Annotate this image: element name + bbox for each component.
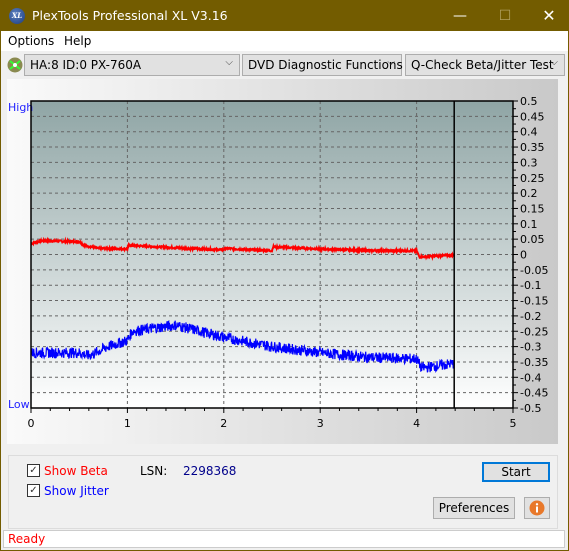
y-tick-label: -0.25 xyxy=(520,325,548,338)
x-tick-label: 1 xyxy=(124,417,131,430)
y-tick-label: -0.35 xyxy=(520,356,548,369)
low-label: Low xyxy=(8,398,30,411)
y-tick-label: 0.2 xyxy=(520,187,538,200)
y-tick-label: 0 xyxy=(520,249,527,262)
show-beta-checkbox[interactable]: ✓ xyxy=(27,464,40,477)
x-tick-label: 5 xyxy=(510,417,517,430)
test-select[interactable]: Q-Check Beta/Jitter Test ⌵ xyxy=(405,54,565,76)
y-tick-label: -0.45 xyxy=(520,387,548,400)
show-jitter-checkbox[interactable]: ✓ xyxy=(27,484,40,497)
chevron-down-icon: ⌵ xyxy=(550,57,558,68)
chart-panel: 0.5 0.45 0.4 0.35 0.3 0.25 0.2 0.15 0.1 0.05 0 -0.0… xyxy=(7,79,558,444)
lsn-label: LSN: xyxy=(140,464,168,478)
chevron-down-icon: ⌵ xyxy=(225,57,233,68)
y-tick-label: -0.5 xyxy=(520,402,541,415)
high-label: High xyxy=(8,101,33,114)
chevron-down-icon: ⌵ xyxy=(387,57,395,68)
y-tick-label: 0.3 xyxy=(520,156,538,169)
y-tick-label: -0.4 xyxy=(520,371,541,384)
disc-drive-icon xyxy=(7,57,23,73)
drive-select[interactable]: HA:8 ID:0 PX-760A ⌵ xyxy=(24,54,240,76)
lsn-value: 2298368 xyxy=(183,464,237,478)
function-select[interactable]: DVD Diagnostic Functions ⌵ xyxy=(242,54,403,76)
minimize-icon[interactable]: — xyxy=(445,5,475,27)
app-logo-icon: XL xyxy=(9,8,25,24)
info-icon xyxy=(529,500,545,516)
y-tick-label: 0.4 xyxy=(520,126,538,139)
y-tick-label: 0.15 xyxy=(520,202,545,215)
menu-options[interactable]: Options xyxy=(8,34,54,48)
y-tick-label: -0.15 xyxy=(520,295,548,308)
x-tick-label: 3 xyxy=(317,417,324,430)
test-value: Q-Check Beta/Jitter Test xyxy=(411,58,554,72)
window-title: PlexTools Professional XL V3.16 xyxy=(32,8,228,23)
y-tick-label: 0.1 xyxy=(520,218,538,231)
menu-bar: Options Help xyxy=(1,31,568,51)
show-beta-label[interactable]: Show Beta xyxy=(44,464,108,478)
info-button[interactable] xyxy=(524,497,550,519)
x-tick-label: 4 xyxy=(413,417,420,430)
y-tick-label: -0.2 xyxy=(520,310,541,323)
y-tick-label: -0.05 xyxy=(520,264,548,277)
start-button[interactable]: Start xyxy=(482,462,550,482)
preferences-button[interactable]: Preferences xyxy=(433,497,515,519)
y-tick-label: 0.45 xyxy=(520,110,545,123)
controls-panel: ✓ Show Beta ✓ Show Jitter LSN: 2298368 S… xyxy=(8,455,558,529)
y-tick-label: -0.3 xyxy=(520,341,541,354)
beta-jitter-chart: 0.5 0.45 0.4 0.35 0.3 0.25 0.2 0.15 0.1 0.05 0 -0.0… xyxy=(8,95,548,430)
maximize-icon[interactable]: ☐ xyxy=(490,5,520,27)
show-jitter-label[interactable]: Show Jitter xyxy=(44,484,109,498)
y-tick-label: 0.05 xyxy=(520,233,545,246)
x-tick-label: 0 xyxy=(28,417,35,430)
y-tick-label: 0.35 xyxy=(520,141,545,154)
y-tick-label: 0.5 xyxy=(520,95,538,108)
y-tick-label: 0.25 xyxy=(520,172,545,185)
function-value: DVD Diagnostic Functions xyxy=(248,58,403,72)
status-bar: Ready xyxy=(3,530,565,548)
title-bar: XL PlexTools Professional XL V3.16 — ☐ ✕ xyxy=(1,1,568,31)
close-icon[interactable]: ✕ xyxy=(534,5,564,27)
x-tick-label: 2 xyxy=(220,417,227,430)
y-tick-label: -0.1 xyxy=(520,279,541,292)
drive-value: HA:8 ID:0 PX-760A xyxy=(30,58,142,72)
menu-help[interactable]: Help xyxy=(64,34,91,48)
toolbar: HA:8 ID:0 PX-760A ⌵ DVD Diagnostic Functi… xyxy=(1,51,568,79)
